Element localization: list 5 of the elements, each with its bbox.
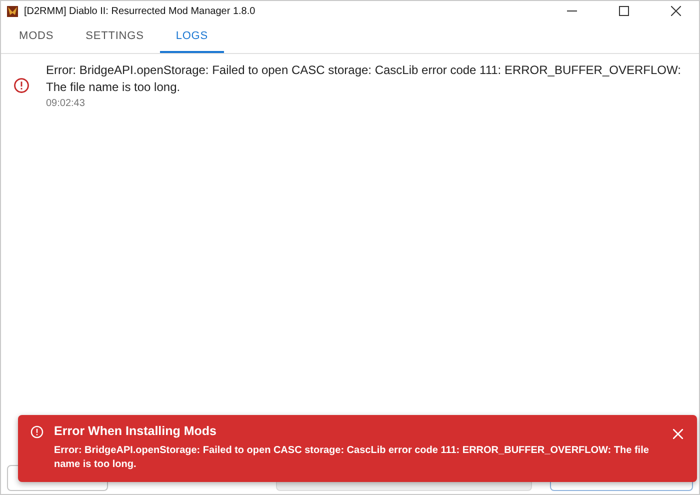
window-title: [D2RMM] Diablo II: Resurrected Mod Manager 1.8.0	[24, 6, 256, 16]
toast-message: Error: BridgeAPI.openStorage: Failed to open CASC storage: CascLib error code 111: ERROR_BUFFER_OVERFLOW: The file name is too long.	[54, 444, 650, 472]
toast-title: Error When Installing Mods	[54, 424, 218, 438]
log-message: Error: BridgeAPI.openStorage: Failed to open CASC storage: CascLib error code 111: ERROR_BUFFER_OVERFLOW: The file name is too long.	[46, 62, 682, 96]
log-time: 09:02:43	[46, 98, 86, 109]
